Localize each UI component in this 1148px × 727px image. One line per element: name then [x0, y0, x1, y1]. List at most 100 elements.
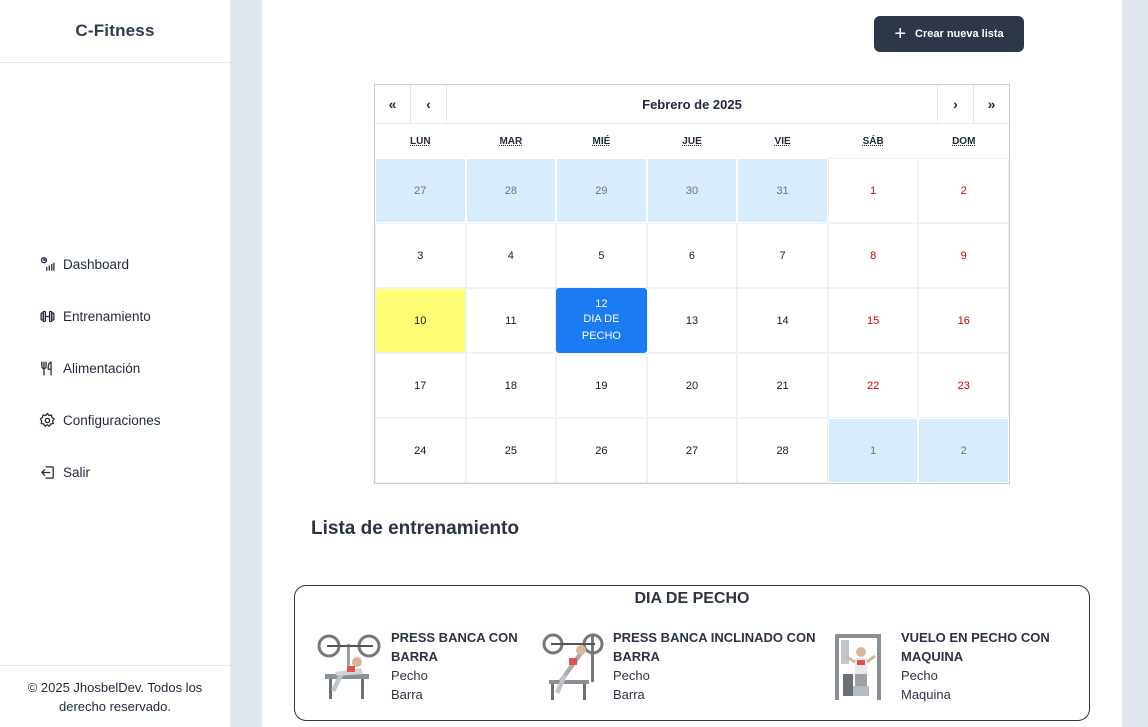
exercise-name: PRESS BANCA INCLINADO CON: [613, 630, 816, 645]
exercise-item[interactable]: PRESS BANCA CON BARRA Pecho Barra: [317, 628, 518, 704]
exercise-equipment: Barra: [391, 687, 423, 702]
logout-icon: [38, 463, 56, 481]
calendar-day[interactable]: 28: [737, 418, 828, 483]
sidebar-item-configuraciones[interactable]: Configuraciones: [38, 394, 161, 446]
exercise-name: MAQUINA: [901, 649, 964, 664]
calendar-day-number: 27: [685, 444, 699, 457]
calendar-day[interactable]: 2: [918, 418, 1009, 483]
calendar-day[interactable]: 22: [827, 353, 919, 418]
weekday-label: MIÉ: [592, 135, 611, 147]
calendar-day[interactable]: 20: [646, 353, 738, 418]
training-list-card[interactable]: DIA DE PECHO PRESS BANCA CON BARRA Pecho…: [294, 585, 1090, 721]
sidebar-item-alimentacion[interactable]: Alimentación: [38, 342, 161, 394]
exercise-details: PRESS BANCA CON BARRA Pecho Barra: [391, 628, 518, 704]
sidebar-item-entrenamiento[interactable]: Entrenamiento: [38, 290, 161, 342]
calendar-day-with-event[interactable]: 12 DIA DE PECHO: [556, 288, 647, 353]
calendar-day[interactable]: 16: [918, 288, 1009, 353]
calendar-day-number: 17: [414, 379, 427, 392]
calendar-day[interactable]: 30: [646, 158, 738, 223]
calendar-day[interactable]: 10: [375, 288, 466, 353]
sidebar-item-dashboard[interactable]: Dashboard: [38, 238, 161, 290]
calendar-day-number: 2: [960, 184, 967, 197]
exercise-item[interactable]: VUELO EN PECHO CON MAQUINA Pecho Maquina: [827, 628, 1050, 704]
gear-icon: [38, 411, 56, 429]
exercise-details: VUELO EN PECHO CON MAQUINA Pecho Maquina: [901, 628, 1050, 704]
calendar-day[interactable]: 11: [465, 288, 557, 353]
calendar-day-number: 6: [688, 249, 696, 262]
calendar-day[interactable]: 9: [918, 223, 1009, 288]
next-year-button[interactable]: »: [973, 85, 1009, 123]
calendar-day[interactable]: 19: [556, 353, 647, 418]
prev-year-button[interactable]: «: [375, 85, 411, 123]
sidebar-item-salir[interactable]: Salir: [38, 446, 161, 498]
calendar-day[interactable]: 2: [918, 158, 1009, 223]
calendar-month-label[interactable]: Febrero de 2025: [447, 85, 937, 123]
calendar-day[interactable]: 1: [827, 158, 919, 223]
calendar-day-number: 5: [598, 249, 605, 262]
dashboard-icon: [38, 255, 56, 273]
sidebar-nav: Dashboard Entrenamiento Alimentación Con…: [38, 238, 161, 498]
calendar-day-number: 27: [414, 184, 427, 197]
dumbbell-icon: [38, 307, 56, 325]
calendar-day-number: 14: [776, 314, 789, 327]
calendar-day[interactable]: 18: [465, 353, 557, 418]
calendar-event-label: DIA DE: [583, 312, 620, 325]
calendar-day[interactable]: 26: [556, 418, 647, 483]
calendar-day-number: 2: [960, 444, 967, 457]
calendar-day[interactable]: 25: [465, 418, 557, 483]
calendar-day-number: 11: [505, 314, 517, 327]
calendar-day-number: 9: [960, 249, 967, 262]
calendar-day[interactable]: 6: [646, 223, 738, 288]
calendar-day-number: 21: [776, 379, 789, 392]
calendar-day[interactable]: 8: [827, 223, 919, 288]
calendar-day[interactable]: 7: [737, 223, 828, 288]
calendar-day[interactable]: 23: [918, 353, 1009, 418]
calendar-day[interactable]: 29: [556, 158, 647, 223]
bench-press-image: [317, 634, 381, 699]
calendar-day[interactable]: 27: [375, 158, 466, 223]
exercise-name: VUELO EN PECHO CON: [901, 630, 1050, 645]
exercise-muscle: Pecho: [613, 668, 650, 683]
weekday-label: VIE: [774, 135, 791, 147]
calendar-day[interactable]: 13: [646, 288, 738, 353]
calendar-day[interactable]: 14: [737, 288, 828, 353]
exercise-muscle: Pecho: [391, 668, 428, 683]
calendar-day[interactable]: 5: [556, 223, 647, 288]
prev-month-button[interactable]: ‹: [411, 85, 447, 123]
calendar-day[interactable]: 3: [375, 223, 466, 288]
exercise-item[interactable]: PRESS BANCA INCLINADO CON BARRA Pecho Ba…: [539, 628, 815, 704]
calendar-day-number: 10: [414, 314, 427, 327]
calendar-day[interactable]: 4: [465, 223, 557, 288]
calendar-day[interactable]: 24: [375, 418, 466, 483]
calendar-day[interactable]: 15: [827, 288, 919, 353]
next-month-button[interactable]: ›: [937, 85, 973, 123]
calendar-day-number: 3: [417, 249, 424, 262]
calendar-day-number: 18: [504, 379, 517, 392]
calendar-event-label: PECHO: [581, 329, 621, 342]
calendar-day-number: 20: [685, 379, 699, 392]
brand-logo[interactable]: C-Fitness: [0, 0, 230, 63]
calendar-day[interactable]: 21: [737, 353, 828, 418]
calendar-day[interactable]: 1: [827, 418, 919, 483]
exercise-name: BARRA: [613, 649, 660, 664]
calendar-day-number: 24: [414, 444, 427, 457]
calendar-day-number: 28: [504, 184, 517, 197]
sidebar-item-label: Dashboard: [63, 256, 130, 272]
main-content: + Crear nueva lista « ‹ Febrero de 2025 …: [262, 0, 1122, 727]
sidebar-item-label: Salir: [63, 464, 91, 480]
calendar-day-number: 31: [776, 184, 789, 197]
calendar-day[interactable]: 27: [646, 418, 738, 483]
calendar-day[interactable]: 31: [737, 158, 828, 223]
weekday-header: LUN MAR MIÉ JUE VIE SÁB DOM: [375, 124, 1009, 158]
create-list-button[interactable]: + Crear nueva lista: [874, 16, 1024, 52]
sidebar-item-label: Alimentación: [63, 360, 141, 376]
utensils-icon: [38, 359, 56, 377]
weekday-label: SÁB: [862, 135, 884, 147]
plus-icon: +: [894, 23, 907, 45]
calendar-day[interactable]: 28: [465, 158, 557, 223]
calendar-day-number: 30: [685, 184, 699, 197]
sidebar-item-label: Configuraciones: [63, 412, 161, 428]
calendar-day[interactable]: 17: [375, 353, 466, 418]
calendar: « ‹ Febrero de 2025 › » LUN MAR MIÉ JUE …: [374, 84, 1010, 484]
exercise-name: PRESS BANCA CON: [391, 630, 518, 645]
